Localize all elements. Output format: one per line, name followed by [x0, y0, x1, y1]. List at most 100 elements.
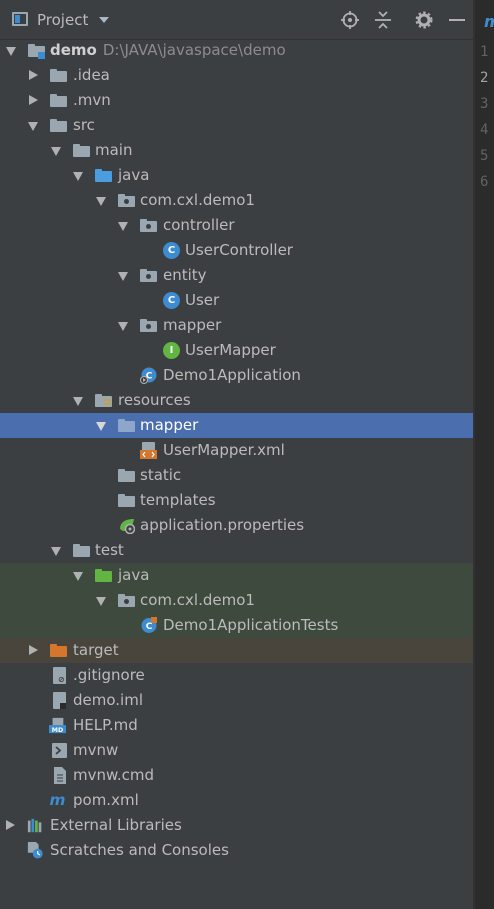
shell-script-icon — [52, 743, 67, 758]
tree-label: templates — [140, 491, 216, 509]
tree-node-user-mapper[interactable]: I UserMapper — [0, 338, 473, 363]
tree-label: mvnw — [73, 741, 119, 759]
tree-node-main[interactable]: main — [0, 138, 473, 163]
tree-node-demo1-tests[interactable]: C Demo1ApplicationTests — [0, 613, 473, 638]
resources-folder-icon — [95, 394, 112, 407]
tree-label: UserMapper — [185, 341, 276, 359]
svg-text:C: C — [146, 622, 153, 632]
tree-node-entity[interactable]: entity — [0, 263, 473, 288]
tree-label: resources — [118, 391, 191, 409]
expand-arrow-icon[interactable] — [96, 422, 106, 431]
maven-file-icon: m — [50, 792, 66, 809]
tree-node-mvnw[interactable]: mvnw — [0, 738, 473, 763]
tree-node-demo1-application[interactable]: C Demo1Application — [0, 363, 473, 388]
tree-label: .mvn — [73, 91, 111, 109]
folder-icon — [50, 69, 67, 82]
tree-label: java — [118, 566, 150, 584]
tree-node-java[interactable]: java — [0, 163, 473, 188]
line-number: 1 — [480, 44, 489, 60]
package-icon — [140, 319, 157, 332]
tree-node-user-controller[interactable]: C UserController — [0, 238, 473, 263]
tree-node-help-md[interactable]: MD HELP.md — [0, 713, 473, 738]
tree-node-demo[interactable]: demo D:\JAVA\javaspace\demo — [0, 38, 473, 63]
tree-label: com.cxl.demo1 — [140, 191, 255, 209]
tree-node-pom-xml[interactable]: m pom.xml — [0, 788, 473, 813]
tree-node-user-mapper-xml[interactable]: UserMapper.xml — [0, 438, 473, 463]
tree-label: mapper — [163, 316, 222, 334]
tree-label: pom.xml — [73, 791, 139, 809]
tree-label: demo D:\JAVA\javaspace\demo — [50, 41, 286, 59]
package-icon — [140, 269, 157, 282]
expand-arrow-icon[interactable] — [51, 547, 61, 556]
tree-label: Scratches and Consoles — [50, 841, 229, 859]
tree-node-scratches[interactable]: Scratches and Consoles — [0, 838, 473, 863]
tree-node-controller[interactable]: controller — [0, 213, 473, 238]
expand-arrow-icon[interactable] — [118, 272, 128, 281]
settings-gear-icon[interactable] — [415, 11, 433, 29]
tree-node-gitignore[interactable]: ⊘ .gitignore — [0, 663, 473, 688]
tree-label: main — [95, 141, 133, 159]
tree-label: mapper — [140, 416, 199, 434]
tree-node-mvn[interactable]: .mvn — [0, 88, 473, 113]
tree-label: UserController — [185, 241, 293, 259]
tree-label: entity — [163, 266, 207, 284]
locate-icon[interactable] — [341, 11, 359, 29]
tree-node-demo-iml[interactable]: demo.iml — [0, 688, 473, 713]
tree-label: static — [140, 466, 182, 484]
expand-arrow-icon[interactable] — [73, 172, 83, 181]
expand-arrow-icon[interactable] — [73, 397, 83, 406]
collapse-all-icon[interactable] — [374, 11, 392, 29]
expand-arrow-icon[interactable] — [96, 597, 106, 606]
expand-arrow-icon[interactable] — [118, 222, 128, 231]
tree-node-templates[interactable]: templates — [0, 488, 473, 513]
expand-arrow-icon[interactable] — [28, 122, 38, 131]
tree-node-application-properties[interactable]: application.properties — [0, 513, 473, 538]
spring-boot-class-icon: C — [140, 367, 157, 384]
folder-icon — [73, 544, 90, 557]
tree-node-resources[interactable]: resources — [0, 388, 473, 413]
tree-label: test — [95, 541, 124, 559]
scratches-icon — [27, 842, 43, 859]
hide-minus-icon[interactable] — [448, 11, 466, 29]
package-icon — [118, 594, 135, 607]
collapse-arrow-icon[interactable] — [6, 820, 15, 830]
line-number: 6 — [480, 174, 489, 190]
tree-label: User — [185, 291, 220, 309]
tree-node-external-libraries[interactable]: External Libraries — [0, 813, 473, 838]
tree-node-package[interactable]: com.cxl.demo1 — [0, 188, 473, 213]
line-number: 3 — [480, 96, 489, 112]
tree-label: Demo1Application — [163, 366, 301, 384]
tree-label: UserMapper.xml — [163, 441, 285, 459]
expand-arrow-icon[interactable] — [73, 572, 83, 581]
collapse-arrow-icon[interactable] — [29, 645, 38, 655]
folder-icon — [50, 94, 67, 107]
tree-node-test-package[interactable]: com.cxl.demo1 — [0, 588, 473, 613]
tree-node-resources-mapper[interactable]: mapper — [0, 413, 473, 438]
tree-node-target[interactable]: target — [0, 638, 473, 663]
expand-arrow-icon[interactable] — [6, 47, 16, 56]
chevron-down-icon[interactable] — [99, 17, 109, 23]
package-icon — [118, 194, 135, 207]
expand-arrow-icon[interactable] — [118, 322, 128, 331]
folder-icon — [118, 469, 135, 482]
tree-node-mapper[interactable]: mapper — [0, 313, 473, 338]
tree-node-test[interactable]: test — [0, 538, 473, 563]
expand-arrow-icon[interactable] — [51, 147, 61, 156]
module-folder-icon — [28, 44, 45, 59]
tree-label: src — [73, 116, 95, 134]
tree-label: .idea — [73, 66, 110, 84]
expand-arrow-icon[interactable] — [96, 197, 106, 206]
tree-node-static[interactable]: static — [0, 463, 473, 488]
tree-label: java — [118, 166, 150, 184]
test-class-icon: C — [141, 617, 157, 633]
tree-node-user[interactable]: C User — [0, 288, 473, 313]
tree-node-idea[interactable]: .idea — [0, 63, 473, 88]
collapse-arrow-icon[interactable] — [29, 70, 38, 80]
spring-properties-icon — [120, 519, 135, 534]
tree-node-mvnw-cmd[interactable]: mvnw.cmd — [0, 763, 473, 788]
test-source-folder-icon — [95, 569, 112, 582]
tree-node-test-java[interactable]: java — [0, 563, 473, 588]
collapse-arrow-icon[interactable] — [29, 95, 38, 105]
project-view-title[interactable]: Project — [37, 11, 88, 29]
tree-node-src[interactable]: src — [0, 113, 473, 138]
